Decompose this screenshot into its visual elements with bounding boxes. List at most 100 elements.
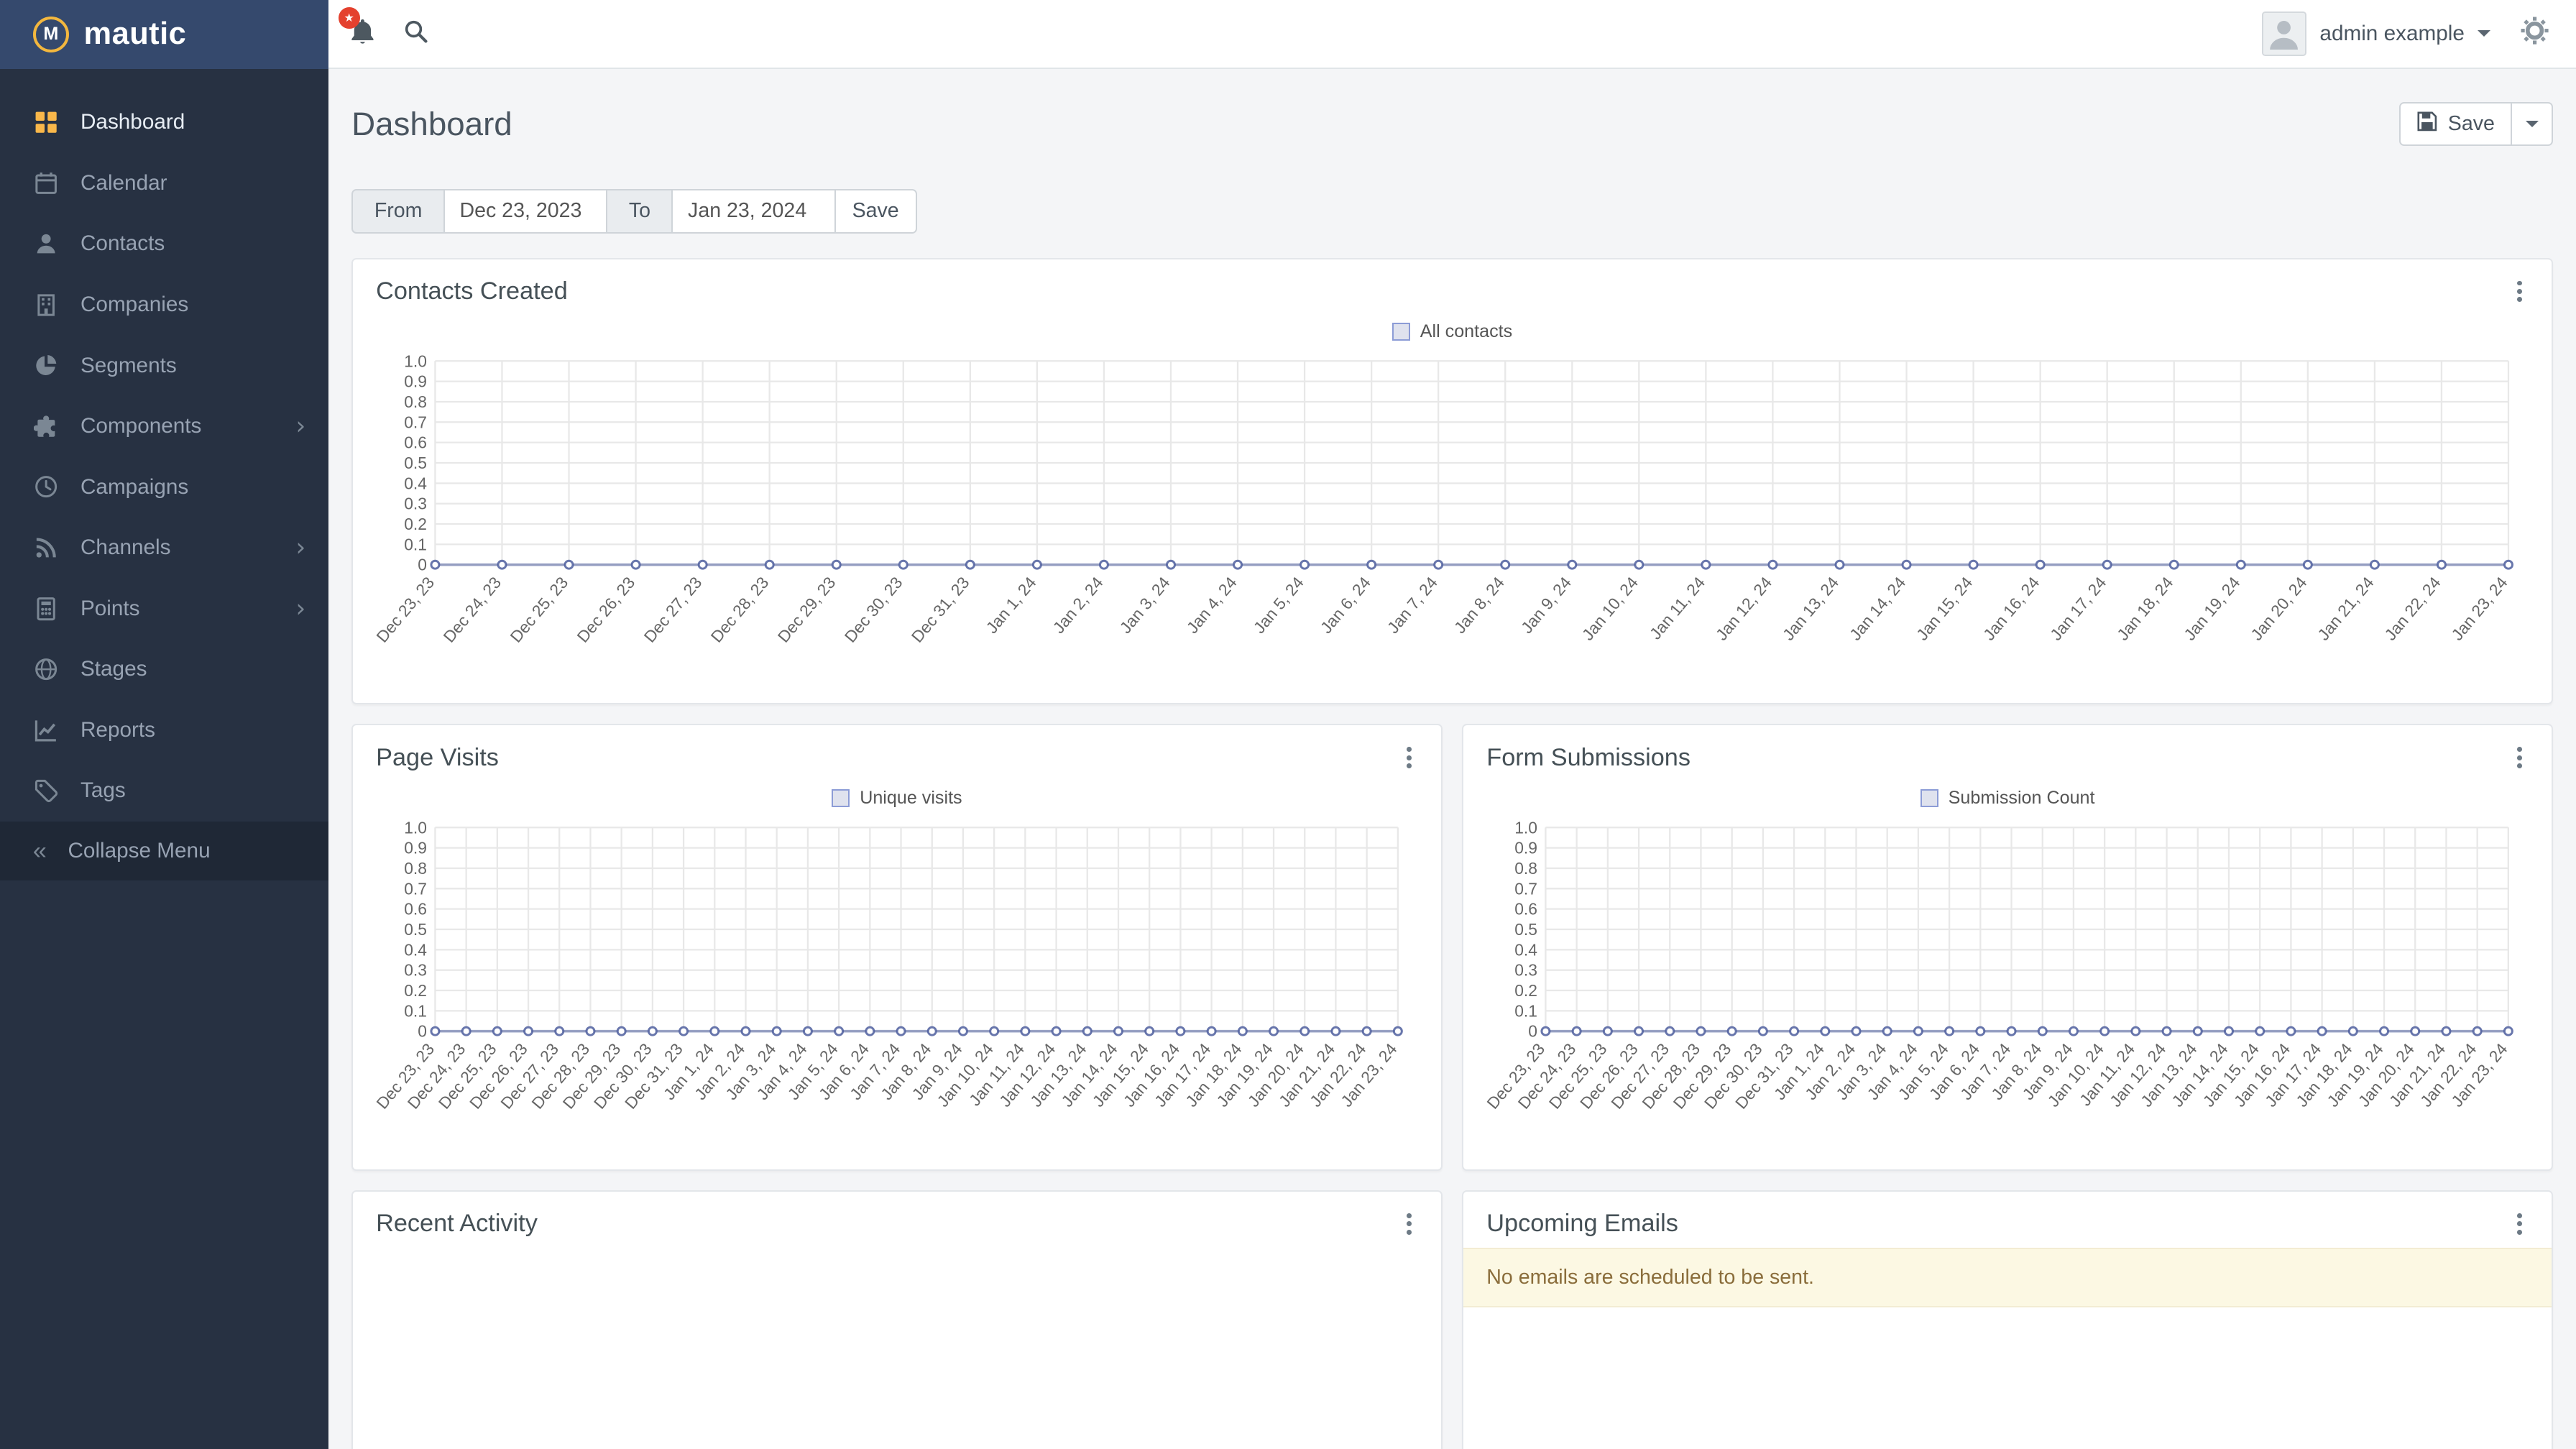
svg-text:Jan 5, 24: Jan 5, 24 bbox=[1250, 573, 1308, 637]
sidebar-item-dashboard[interactable]: Dashboard bbox=[0, 92, 328, 153]
date-from-input[interactable] bbox=[443, 188, 608, 234]
notifications-button[interactable]: ★ bbox=[338, 6, 377, 51]
svg-text:0.7: 0.7 bbox=[404, 413, 427, 432]
svg-text:0.3: 0.3 bbox=[404, 961, 427, 980]
panel-menu-button[interactable] bbox=[2511, 1210, 2529, 1238]
sidebar-item-reports[interactable]: Reports bbox=[0, 700, 328, 761]
save-button-label: Save bbox=[2447, 112, 2495, 136]
sidebar-item-label: Points bbox=[80, 596, 140, 620]
svg-text:1.0: 1.0 bbox=[404, 352, 427, 371]
svg-text:0: 0 bbox=[1528, 1022, 1537, 1041]
svg-text:0.5: 0.5 bbox=[404, 454, 427, 472]
svg-text:0.7: 0.7 bbox=[1514, 879, 1537, 898]
legend-item[interactable]: Submission Count bbox=[1920, 788, 2095, 809]
chart-legend: Unique visits bbox=[369, 781, 1425, 814]
svg-text:0.5: 0.5 bbox=[1514, 920, 1537, 939]
sidebar-item-label: Channels bbox=[80, 535, 171, 560]
svg-text:0.6: 0.6 bbox=[404, 433, 427, 452]
user-menu[interactable]: admin example bbox=[2262, 12, 2491, 56]
svg-text:0.1: 0.1 bbox=[404, 535, 427, 554]
chevron-right-icon: › bbox=[295, 594, 306, 623]
collapse-left-icon: « bbox=[32, 837, 47, 865]
from-label: From bbox=[351, 188, 446, 234]
search-button[interactable] bbox=[402, 18, 429, 50]
pie-chart-icon bbox=[33, 353, 60, 377]
sidebar-item-segments[interactable]: Segments bbox=[0, 335, 328, 396]
sidebar-item-label: Contacts bbox=[80, 231, 165, 256]
chevron-down-icon bbox=[2525, 121, 2539, 127]
legend-swatch-icon bbox=[832, 788, 850, 807]
svg-text:Jan 22, 24: Jan 22, 24 bbox=[2380, 573, 2444, 644]
form-submissions-chart: Submission Count 0 0.1 0.2 0.3 0.4 0.5 0.6 0.7 0.… bbox=[1480, 781, 2535, 1156]
svg-text:Jan 16, 24: Jan 16, 24 bbox=[1979, 573, 2043, 644]
page-title: Dashboard bbox=[351, 105, 512, 142]
sidebar-item-calendar[interactable]: Calendar bbox=[0, 153, 328, 214]
svg-text:Jan 11, 24: Jan 11, 24 bbox=[1646, 573, 1709, 643]
panel-menu-button[interactable] bbox=[2511, 744, 2529, 772]
panel-menu-button[interactable] bbox=[2511, 277, 2529, 305]
svg-text:Jan 19, 24: Jan 19, 24 bbox=[2180, 573, 2244, 644]
svg-text:0.3: 0.3 bbox=[404, 494, 427, 513]
svg-text:0.6: 0.6 bbox=[1514, 900, 1537, 919]
sidebar-item-campaigns[interactable]: Campaigns bbox=[0, 456, 328, 518]
svg-text:Jan 17, 24: Jan 17, 24 bbox=[2046, 573, 2110, 644]
svg-text:Dec 23, 23: Dec 23, 23 bbox=[372, 574, 438, 646]
legend-swatch-icon bbox=[1920, 788, 1938, 807]
page-visits-panel: Page Visits Unique visits 0 0.1 0.2 0.3 0.4 0.… bbox=[351, 724, 1443, 1171]
sidebar-item-components[interactable]: Components › bbox=[0, 396, 328, 457]
sidebar-item-label: Stages bbox=[80, 657, 147, 681]
chart-legend: Submission Count bbox=[1480, 781, 2535, 814]
contact-person-icon bbox=[33, 231, 60, 256]
svg-text:0.3: 0.3 bbox=[1514, 961, 1537, 980]
panel-title: Upcoming Emails bbox=[1486, 1210, 1678, 1238]
legend-item[interactable]: Unique visits bbox=[832, 788, 962, 809]
upcoming-emails-panel: Upcoming Emails No emails are scheduled … bbox=[1462, 1190, 2554, 1449]
filter-save-button[interactable]: Save bbox=[834, 188, 917, 234]
sidebar-item-contacts[interactable]: Contacts bbox=[0, 213, 328, 275]
panel-title: Recent Activity bbox=[376, 1210, 538, 1238]
legend-item[interactable]: All contacts bbox=[1392, 321, 1512, 342]
settings-button[interactable] bbox=[2520, 16, 2549, 51]
svg-text:Jan 12, 24: Jan 12, 24 bbox=[1712, 573, 1776, 644]
mautic-logo-icon: M bbox=[32, 16, 69, 53]
app-root: M mautic ★ admin example Dashboard Calen… bbox=[0, 0, 2576, 1449]
svg-text:Dec 27, 23: Dec 27, 23 bbox=[640, 574, 705, 646]
brand-name: mautic bbox=[83, 17, 187, 52]
svg-text:0.2: 0.2 bbox=[404, 981, 427, 1000]
svg-text:Dec 24, 23: Dec 24, 23 bbox=[439, 574, 505, 646]
brand-logo[interactable]: M mautic bbox=[0, 0, 329, 69]
svg-text:1.0: 1.0 bbox=[404, 818, 427, 837]
dashboard-grid-icon bbox=[33, 110, 60, 134]
sidebar-item-label: Companies bbox=[80, 292, 189, 316]
date-to-input[interactable] bbox=[671, 188, 837, 234]
sidebar-item-companies[interactable]: Companies bbox=[0, 275, 328, 336]
svg-text:Jan 14, 24: Jan 14, 24 bbox=[1846, 573, 1910, 644]
chart-legend: All contacts bbox=[369, 316, 2535, 349]
clock-icon bbox=[33, 474, 60, 499]
svg-text:Jan 2, 24: Jan 2, 24 bbox=[1049, 573, 1107, 637]
panel-menu-button[interactable] bbox=[1400, 1210, 1418, 1238]
save-dropdown-toggle[interactable] bbox=[2511, 101, 2553, 147]
sidebar-item-channels[interactable]: Channels › bbox=[0, 518, 328, 579]
sidebar-item-tags[interactable]: Tags bbox=[0, 760, 328, 822]
chevron-down-icon bbox=[2478, 30, 2491, 37]
svg-text:0.5: 0.5 bbox=[404, 920, 427, 939]
gear-icon bbox=[2520, 16, 2549, 51]
svg-text:0.4: 0.4 bbox=[404, 474, 427, 493]
line-chart-icon bbox=[33, 718, 60, 742]
svg-text:Dec 26, 23: Dec 26, 23 bbox=[573, 574, 638, 646]
sidebar-item-points[interactable]: Points › bbox=[0, 578, 328, 639]
svg-text:0.2: 0.2 bbox=[404, 515, 427, 533]
legend-swatch-icon bbox=[1392, 322, 1411, 341]
main-content: Dashboard Save From To Save bbox=[328, 69, 2576, 1449]
dashboard-save-button[interactable]: Save bbox=[2398, 101, 2513, 147]
sidebar-item-label: Segments bbox=[80, 353, 177, 377]
svg-text:Dec 25, 23: Dec 25, 23 bbox=[506, 574, 571, 646]
svg-text:0: 0 bbox=[418, 1022, 427, 1041]
svg-text:Dec 30, 23: Dec 30, 23 bbox=[841, 574, 906, 646]
sidebar-item-stages[interactable]: Stages bbox=[0, 639, 328, 700]
panel-menu-button[interactable] bbox=[1400, 744, 1418, 772]
collapse-menu-button[interactable]: « Collapse Menu bbox=[0, 821, 329, 880]
collapse-menu-label: Collapse Menu bbox=[68, 838, 211, 862]
panel-title: Contacts Created bbox=[376, 277, 568, 305]
